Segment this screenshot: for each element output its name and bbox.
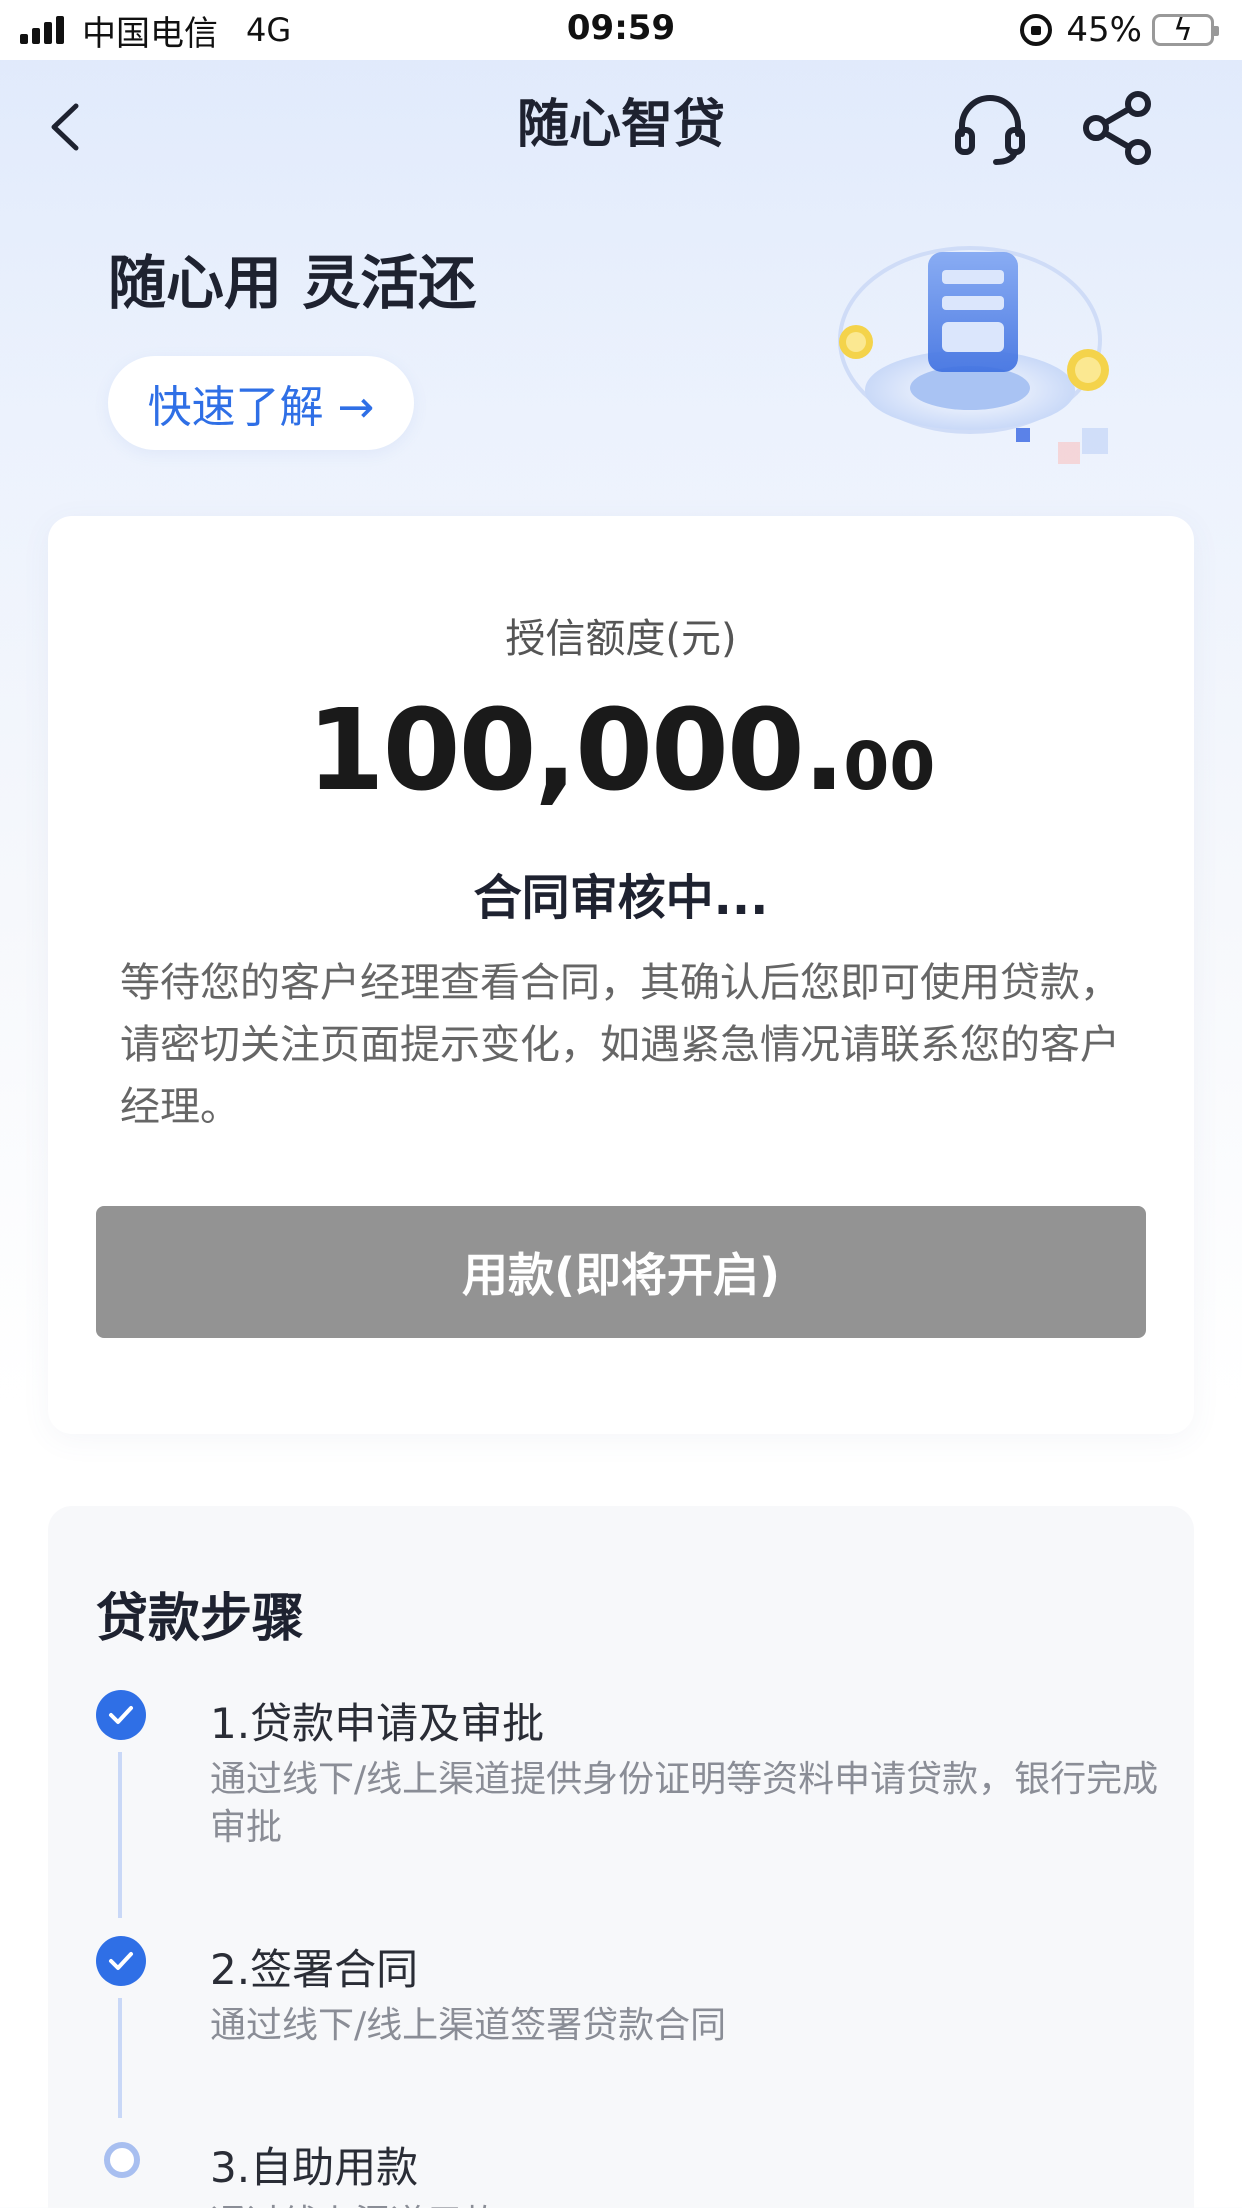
step-description: 通过线下/线上渠道签署贷款合同 bbox=[210, 2005, 727, 2046]
hero-title: 随心用 灵活还 bbox=[108, 249, 477, 317]
loan-steps-card: 贷款步骤 1.贷款申请及审批 通过线下/线上渠道提供身份证明等资料申请贷款，银行… bbox=[48, 1506, 1194, 2208]
headset-icon[interactable] bbox=[952, 90, 1028, 166]
step-name: 3.自助用款 bbox=[210, 2143, 419, 2192]
amount-integer: 100,000. bbox=[306, 686, 846, 816]
contract-status-description: 等待您的客户经理查看合同，其确认后您即可使用贷款，请密切关注页面提示变化，如遇紧… bbox=[120, 960, 1120, 1130]
nav-bar: 随心智贷 bbox=[0, 60, 1242, 190]
step-name: 1.贷款申请及审批 bbox=[210, 1699, 545, 1748]
credit-card: 授信额度(元) 100,000.00 合同审核中... 等待您的客户经理查看合同… bbox=[48, 516, 1194, 1434]
step-connector bbox=[118, 1752, 122, 1918]
status-right: 45% ϟ bbox=[1020, 10, 1219, 50]
credit-limit-label: 授信额度(元) bbox=[505, 616, 737, 662]
steps-title: 贷款步骤 bbox=[96, 1589, 305, 1649]
use-loan-button[interactable]: 用款(即将开启) bbox=[96, 1206, 1146, 1338]
battery-percent: 45% bbox=[1066, 10, 1142, 50]
contract-status-title: 合同审核中... bbox=[473, 870, 769, 926]
step-name: 2.签署合同 bbox=[210, 1945, 419, 1994]
page-title: 随心智贷 bbox=[516, 95, 725, 155]
share-icon[interactable] bbox=[1082, 90, 1152, 166]
smart-loan-illustration bbox=[838, 246, 1109, 464]
step-done-icon bbox=[96, 1690, 146, 1740]
quick-learn-button[interactable]: 快速了解 → bbox=[108, 356, 414, 450]
charging-bolt-icon: ϟ bbox=[1173, 13, 1193, 48]
step-description: 通过线上渠道用款 bbox=[210, 2200, 1170, 2208]
step-done-icon bbox=[96, 1936, 146, 1986]
rotation-lock-icon bbox=[1020, 14, 1053, 46]
amount-decimal: 00 bbox=[843, 728, 936, 805]
credit-limit-amount: 100,000.00 bbox=[48, 686, 1194, 816]
step-description: 通过线下/线上渠道提供身份证明等资料申请贷款，银行完成审批 bbox=[210, 1759, 1159, 1848]
battery-icon: ϟ bbox=[1152, 13, 1219, 48]
step-pending-icon bbox=[104, 2142, 140, 2178]
status-bar: 中国电信 4G 09:59 45% ϟ bbox=[0, 0, 1242, 60]
step-connector bbox=[118, 1998, 122, 2118]
